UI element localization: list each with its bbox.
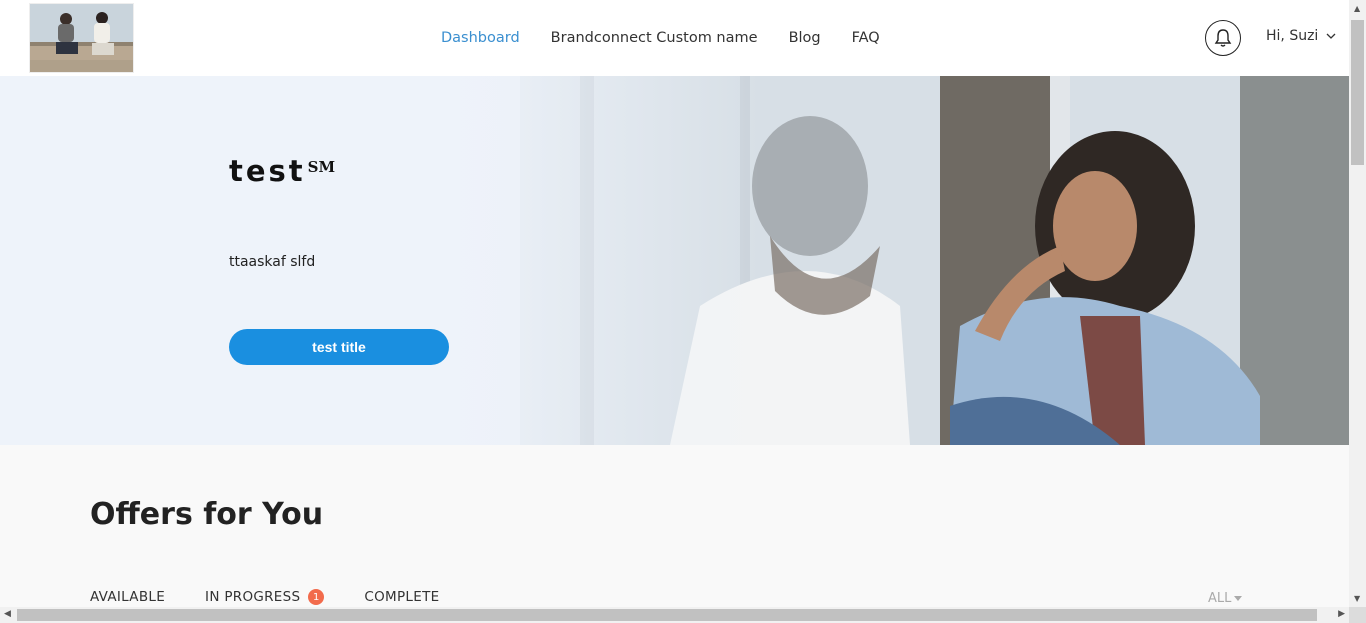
main-nav: Dashboard Brandconnect Custom name Blog … xyxy=(441,28,911,48)
hero-subtitle: ttaaskaf slfd xyxy=(229,254,316,270)
filter-dropdown[interactable]: ALL xyxy=(1208,591,1243,606)
user-greeting: Hi, Suzi xyxy=(1266,28,1319,44)
tab-label: IN PROGRESS xyxy=(205,589,301,605)
caret-down-icon xyxy=(1234,596,1243,601)
tab-label: AVAILABLE xyxy=(90,589,166,605)
scroll-up-arrow-icon[interactable]: ▲ xyxy=(1354,4,1360,13)
scroll-down-arrow-icon[interactable]: ▼ xyxy=(1354,594,1360,603)
bell-icon xyxy=(1214,29,1232,47)
count-badge: 1 xyxy=(308,589,325,605)
notifications-button[interactable] xyxy=(1205,20,1241,56)
scrollbar-corner xyxy=(1349,607,1366,623)
tab-in-progress[interactable]: IN PROGRESS 1 xyxy=(205,589,325,605)
hero-banner: test SM ttaaskaf slfd test title xyxy=(0,76,1349,445)
scroll-right-arrow-icon[interactable]: ▶ xyxy=(1338,609,1345,619)
vertical-scrollbar[interactable]: ▲ ▼ xyxy=(1349,0,1366,607)
scroll-left-arrow-icon[interactable]: ◀ xyxy=(4,609,11,619)
user-menu[interactable]: Hi, Suzi xyxy=(1266,28,1336,44)
nav-brandconnect[interactable]: Brandconnect Custom name xyxy=(551,28,758,48)
vertical-scroll-thumb[interactable] xyxy=(1351,20,1364,165)
nav-dashboard[interactable]: Dashboard xyxy=(441,28,520,48)
offers-tabs: AVAILABLE IN PROGRESS 1 COMPLETE xyxy=(90,589,479,605)
nav-faq[interactable]: FAQ xyxy=(852,28,880,48)
horizontal-scrollbar[interactable]: ◀ ▶ xyxy=(0,607,1349,623)
tab-available[interactable]: AVAILABLE xyxy=(90,589,165,605)
nav-blog[interactable]: Blog xyxy=(789,28,821,48)
hero-title-text: test xyxy=(229,154,306,188)
brand-logo[interactable] xyxy=(29,3,134,73)
hero-title: test SM xyxy=(229,154,335,188)
hero-gradient-overlay xyxy=(0,76,760,445)
tab-label: COMPLETE xyxy=(364,589,440,605)
top-header: Dashboard Brandconnect Custom name Blog … xyxy=(0,0,1349,76)
filter-label: ALL xyxy=(1208,591,1232,606)
service-mark: SM xyxy=(307,158,336,176)
chevron-down-icon xyxy=(1326,33,1336,39)
tab-complete[interactable]: COMPLETE xyxy=(364,589,439,605)
logo-image xyxy=(30,4,133,72)
hero-cta-button[interactable]: test title xyxy=(229,329,449,365)
offers-title: Offers for You xyxy=(90,497,324,532)
horizontal-scroll-thumb[interactable] xyxy=(17,609,1317,621)
offers-section: Offers for You AVAILABLE IN PROGRESS 1 C… xyxy=(0,445,1349,607)
